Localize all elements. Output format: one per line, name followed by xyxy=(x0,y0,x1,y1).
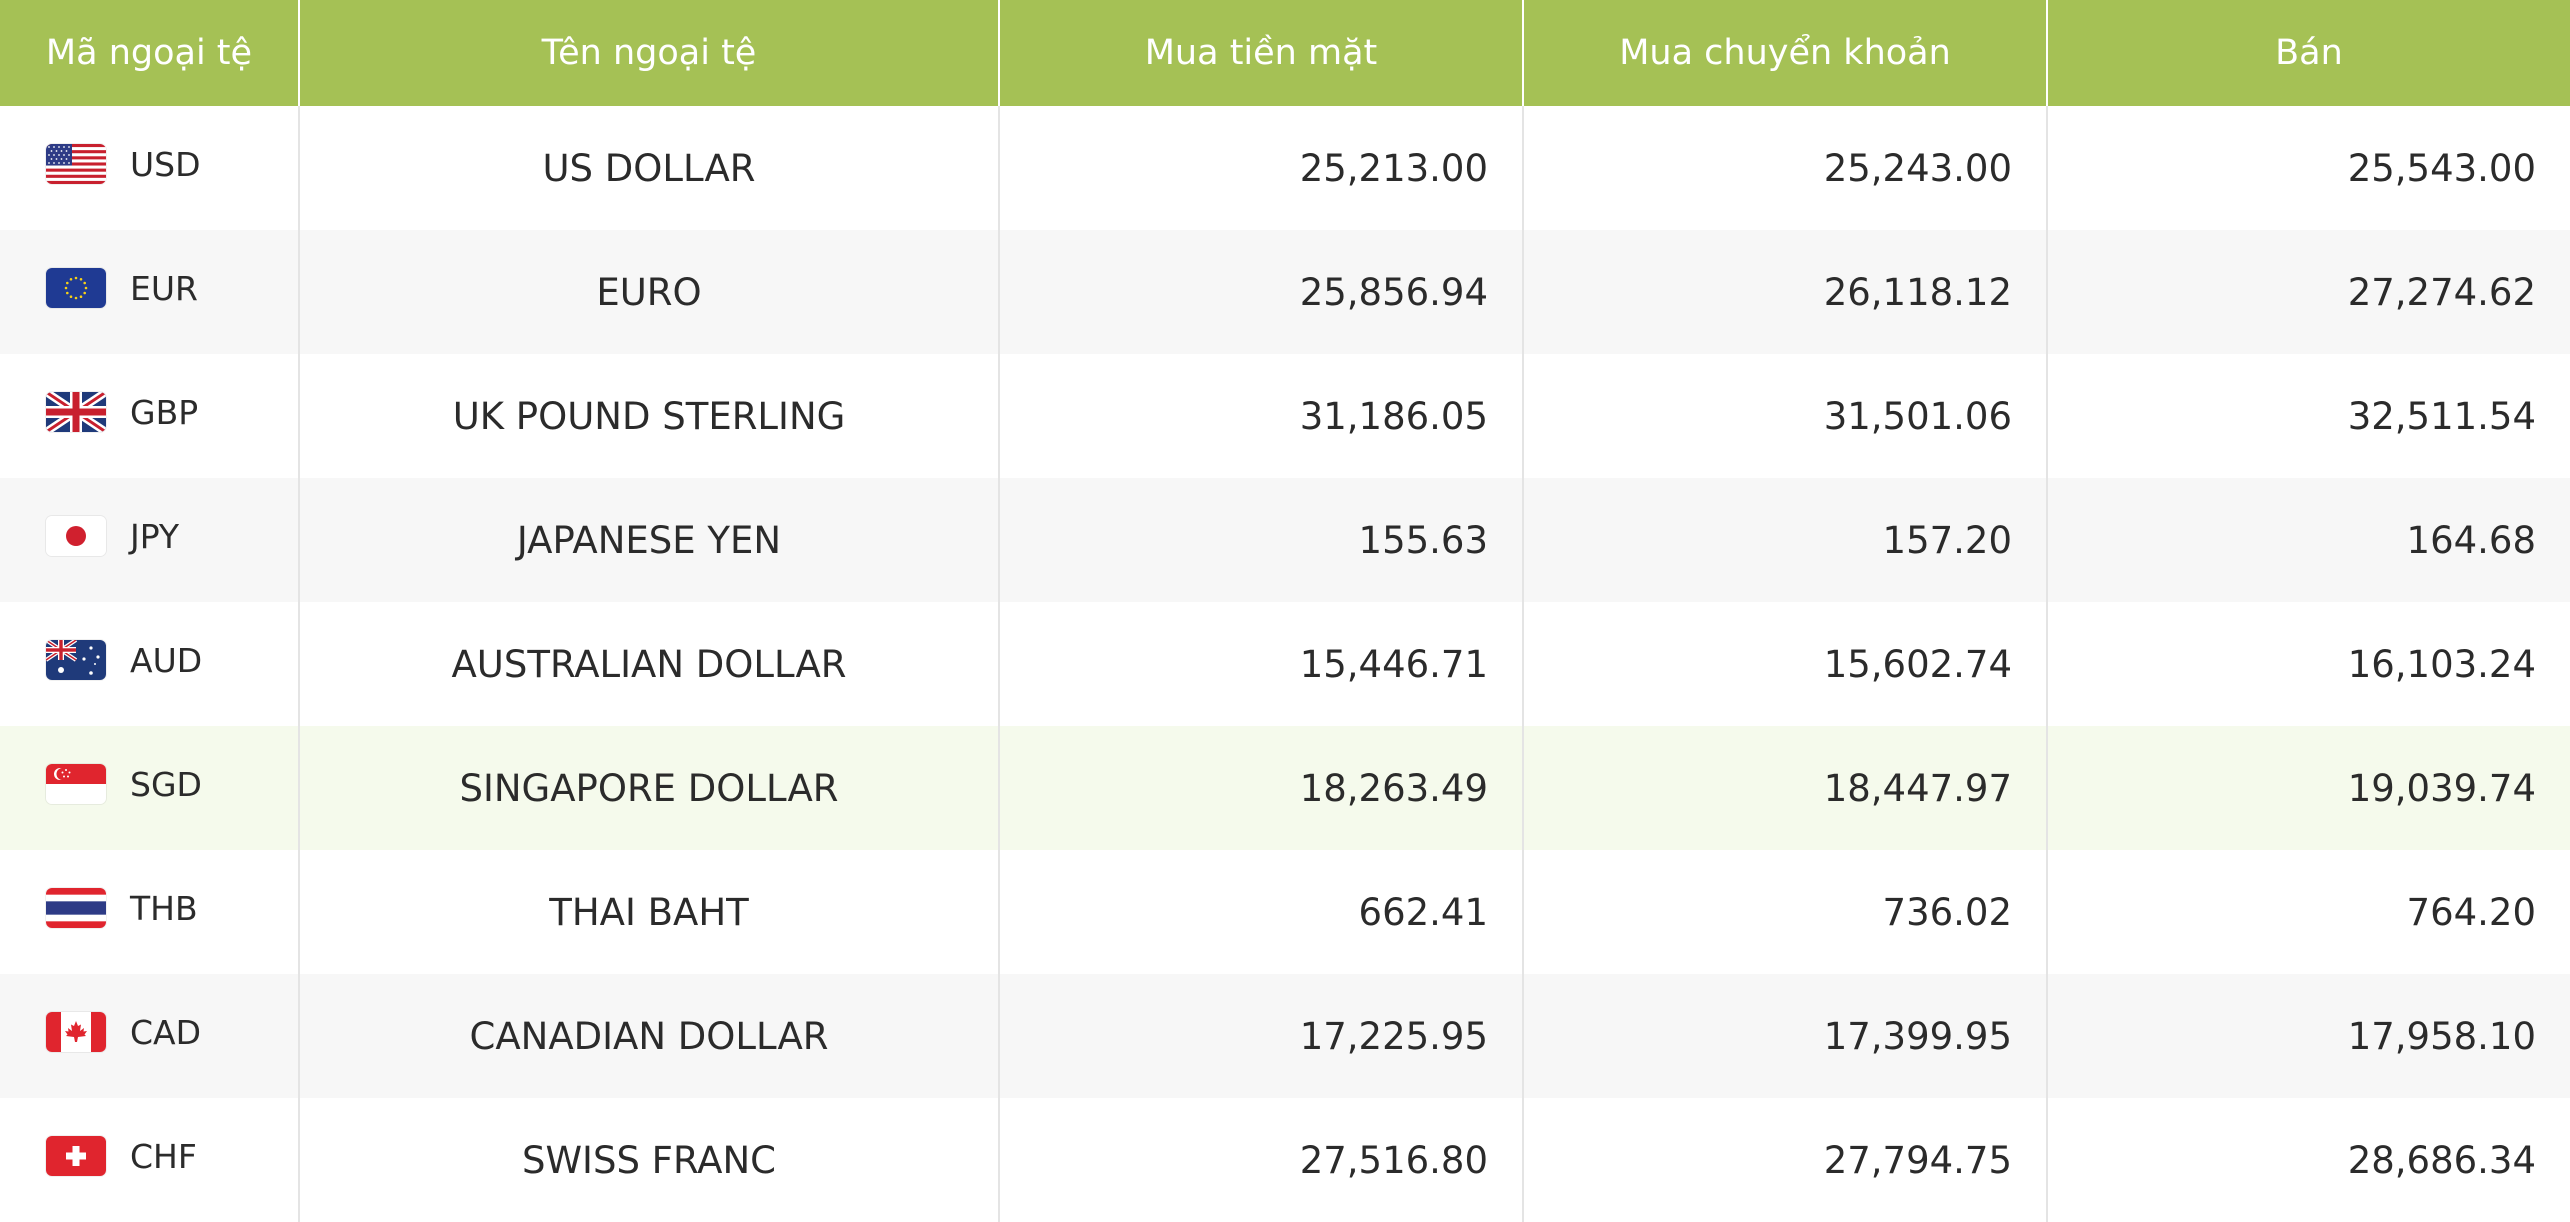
currency-code-cell: CHF xyxy=(0,1098,299,1222)
header-currency-name: Tên ngoại tệ xyxy=(298,0,999,106)
table-row: AUD AUSTRALIAN DOLLAR 15,446.71 15,602.7… xyxy=(0,602,2570,726)
cash-buy-value: 15,446.71 xyxy=(998,602,1523,726)
currency-name: UK POUND STERLING xyxy=(298,354,999,478)
singapore-flag-icon xyxy=(46,764,106,804)
sell-value: 164.68 xyxy=(2046,478,2570,602)
uk-flag-icon xyxy=(46,392,106,432)
table-row: GBP UK POUND STERLING 31,186.05 31,501.0… xyxy=(0,354,2570,478)
sell-value: 17,958.10 xyxy=(2046,974,2570,1098)
transfer-buy-value: 26,118.12 xyxy=(1522,230,2047,354)
eu-flag-icon xyxy=(46,268,106,308)
australia-flag-icon xyxy=(46,640,106,680)
transfer-buy-value: 31,501.06 xyxy=(1522,354,2047,478)
table-body: USD US DOLLAR 25,213.00 25,243.00 25,543… xyxy=(0,106,2570,1222)
exchange-rate-table: Mã ngoại tệ Tên ngoại tệ Mua tiền mặt Mu… xyxy=(0,0,2570,1222)
currency-name: US DOLLAR xyxy=(298,106,999,230)
currency-code-cell: SGD xyxy=(0,726,299,850)
cash-buy-value: 25,213.00 xyxy=(998,106,1523,230)
cash-buy-value: 17,225.95 xyxy=(998,974,1523,1098)
currency-code: AUD xyxy=(130,640,203,680)
header-cash-buy: Mua tiền mặt xyxy=(998,0,1523,106)
currency-name: THAI BAHT xyxy=(298,850,999,974)
currency-code: GBP xyxy=(130,392,199,432)
currency-code: SGD xyxy=(130,764,202,804)
switzerland-flag-icon xyxy=(46,1136,106,1176)
cash-buy-value: 27,516.80 xyxy=(998,1098,1523,1222)
table-row: USD US DOLLAR 25,213.00 25,243.00 25,543… xyxy=(0,106,2570,230)
transfer-buy-value: 17,399.95 xyxy=(1522,974,2047,1098)
cash-buy-value: 18,263.49 xyxy=(998,726,1523,850)
table-row: JPY JAPANESE YEN 155.63 157.20 164.68 xyxy=(0,478,2570,602)
currency-code: EUR xyxy=(130,268,198,308)
currency-code-cell: JPY xyxy=(0,478,299,602)
table-row: CAD CANADIAN DOLLAR 17,225.95 17,399.95 … xyxy=(0,974,2570,1098)
sell-value: 25,543.00 xyxy=(2046,106,2570,230)
sell-value: 16,103.24 xyxy=(2046,602,2570,726)
cash-buy-value: 155.63 xyxy=(998,478,1523,602)
currency-code: CHF xyxy=(130,1136,197,1176)
table-row: CHF SWISS FRANC 27,516.80 27,794.75 28,6… xyxy=(0,1098,2570,1222)
table-header: Mã ngoại tệ Tên ngoại tệ Mua tiền mặt Mu… xyxy=(0,0,2570,106)
currency-code-cell: EUR xyxy=(0,230,299,354)
transfer-buy-value: 18,447.97 xyxy=(1522,726,2047,850)
transfer-buy-value: 27,794.75 xyxy=(1522,1098,2047,1222)
transfer-buy-value: 157.20 xyxy=(1522,478,2047,602)
currency-code: CAD xyxy=(130,1012,202,1052)
currency-name: SWISS FRANC xyxy=(298,1098,999,1222)
currency-name: CANADIAN DOLLAR xyxy=(298,974,999,1098)
currency-code-cell: AUD xyxy=(0,602,299,726)
currency-code-cell: THB xyxy=(0,850,299,974)
header-currency-code: Mã ngoại tệ xyxy=(45,33,253,73)
currency-code-cell: GBP xyxy=(0,354,299,478)
table-row: SGD SINGAPORE DOLLAR 18,263.49 18,447.97… xyxy=(0,726,2570,850)
table-row: THB THAI BAHT 662.41 736.02 764.20 xyxy=(0,850,2570,974)
sell-value: 32,511.54 xyxy=(2046,354,2570,478)
sell-value: 28,686.34 xyxy=(2046,1098,2570,1222)
us-flag-icon xyxy=(46,144,106,184)
header-sell: Bán xyxy=(2046,0,2570,106)
currency-name: AUSTRALIAN DOLLAR xyxy=(298,602,999,726)
sell-value: 27,274.62 xyxy=(2046,230,2570,354)
currency-code: THB xyxy=(130,888,198,928)
header-transfer-buy: Mua chuyển khoản xyxy=(1522,0,2047,106)
transfer-buy-value: 736.02 xyxy=(1522,850,2047,974)
cash-buy-value: 31,186.05 xyxy=(998,354,1523,478)
japan-flag-icon xyxy=(46,516,106,556)
currency-code: JPY xyxy=(130,516,180,556)
currency-code: USD xyxy=(130,144,201,184)
sell-value: 764.20 xyxy=(2046,850,2570,974)
transfer-buy-value: 25,243.00 xyxy=(1522,106,2047,230)
cash-buy-value: 25,856.94 xyxy=(998,230,1523,354)
header-row: Mã ngoại tệ Tên ngoại tệ Mua tiền mặt Mu… xyxy=(0,0,2570,106)
currency-name: JAPANESE YEN xyxy=(298,478,999,602)
currency-code-cell: CAD xyxy=(0,974,299,1098)
currency-name: EURO xyxy=(298,230,999,354)
sell-value: 19,039.74 xyxy=(2046,726,2570,850)
currency-name: SINGAPORE DOLLAR xyxy=(298,726,999,850)
thailand-flag-icon xyxy=(46,888,106,928)
canada-flag-icon xyxy=(46,1012,106,1052)
currency-code-cell: USD xyxy=(0,106,299,230)
cash-buy-value: 662.41 xyxy=(998,850,1523,974)
table-row: EUR EURO 25,856.94 26,118.12 27,274.62 xyxy=(0,230,2570,354)
transfer-buy-value: 15,602.74 xyxy=(1522,602,2047,726)
